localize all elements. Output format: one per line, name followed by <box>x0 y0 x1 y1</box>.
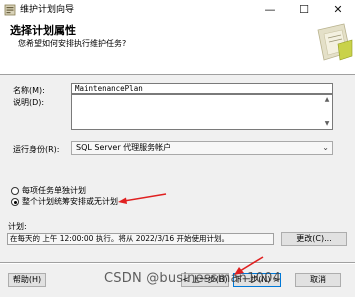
schedule-label: 计划: <box>8 222 27 231</box>
radio-single-schedule-label[interactable]: 整个计划统筹安排或无计划 <box>22 197 118 207</box>
maximize-button[interactable]: ☐ <box>287 0 321 20</box>
app-icon <box>4 4 16 16</box>
scroll-up-icon[interactable]: ▲ <box>322 95 332 105</box>
minimize-button[interactable]: — <box>253 0 287 20</box>
page-subtitle: 您希望如何安排执行维护任务? <box>18 39 127 48</box>
schedule-description: 在每天的 上午 12:00:00 执行。将从 2022/3/16 开始使用计划。 <box>7 233 274 245</box>
wizard-header: 选择计划属性 您希望如何安排执行维护任务? <box>0 20 355 75</box>
radio-separate-schedules-label[interactable]: 每项任务单独计划 <box>22 186 86 196</box>
run-as-select[interactable]: SQL Server 代理服务帐户 ⌄ <box>71 141 333 155</box>
annotation-arrow-icon <box>118 193 167 204</box>
scroll-down-icon[interactable]: ▼ <box>322 119 332 129</box>
page-title: 选择计划属性 <box>10 24 76 37</box>
name-label: 名称(M): <box>13 86 45 95</box>
chevron-down-icon: ⌄ <box>322 143 329 152</box>
radio-separate-schedules[interactable] <box>11 187 19 195</box>
window-title: 维护计划向导 <box>20 5 75 15</box>
footer-divider <box>0 262 355 264</box>
watermark: CSDN @businessman1004 <box>104 271 282 286</box>
run-as-label: 运行身份(R): <box>13 145 60 154</box>
description-textarea[interactable]: ▲ ▼ <box>71 94 333 130</box>
cancel-button[interactable]: 取消 <box>295 273 341 287</box>
name-input[interactable]: MaintenancePlan <box>71 83 333 94</box>
run-as-value: SQL Server 代理服务帐户 <box>76 143 172 152</box>
close-button[interactable]: ✕ <box>321 0 355 20</box>
wizard-banner-icon <box>317 23 353 61</box>
radio-single-schedule[interactable] <box>11 198 19 206</box>
help-button[interactable]: 帮助(H) <box>8 273 46 287</box>
description-label: 说明(D): <box>13 98 45 107</box>
change-schedule-button[interactable]: 更改(C)... <box>281 232 347 246</box>
